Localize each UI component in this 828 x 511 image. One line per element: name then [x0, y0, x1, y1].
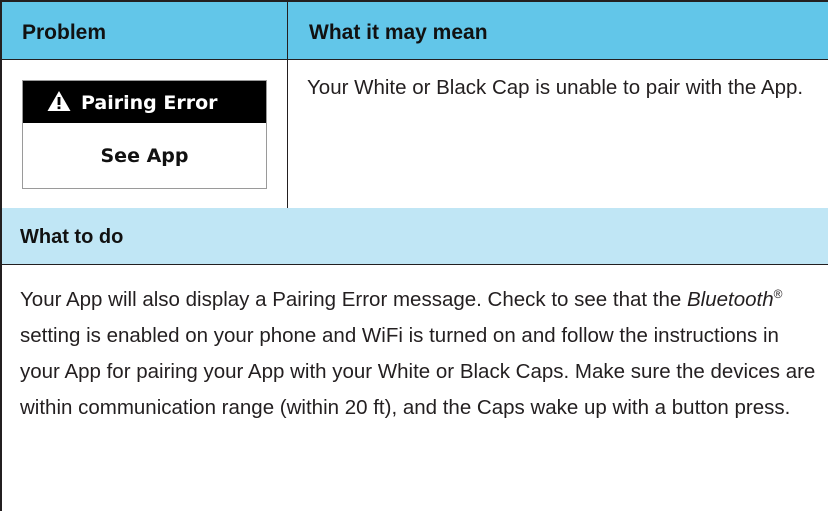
pairing-error-label: Pairing Error: [81, 92, 218, 114]
instructions-part-1: Your App will also display a Pairing Err…: [20, 288, 687, 311]
bluetooth-term: Bluetooth: [686, 288, 774, 311]
error-banner: Pairing Error: [23, 81, 266, 123]
registered-mark: ®: [773, 287, 783, 301]
meaning-text: Your White or Black Cap is unable to pai…: [307, 76, 804, 99]
table-header-row: Problem What it may mean: [0, 0, 828, 60]
warning-triangle-icon: [47, 91, 71, 111]
see-app-label: See App: [100, 145, 189, 167]
what-to-do-header: What to do: [0, 208, 828, 265]
table-left-border: [0, 0, 2, 511]
device-display: Pairing Error See App: [22, 80, 267, 189]
problem-column-header: Problem: [22, 21, 107, 44]
problem-cell: Pairing Error See App: [2, 60, 287, 208]
instructions-text: Your App will also display a Pairing Err…: [20, 282, 820, 426]
column-divider: [287, 2, 288, 208]
troubleshooting-table: Problem What it may mean Pairing Error S…: [0, 0, 828, 511]
what-to-do-title: What to do: [20, 226, 124, 248]
meaning-column-header: What it may mean: [309, 21, 488, 44]
instructions-part-2: setting is enabled on your phone and WiF…: [20, 324, 816, 419]
